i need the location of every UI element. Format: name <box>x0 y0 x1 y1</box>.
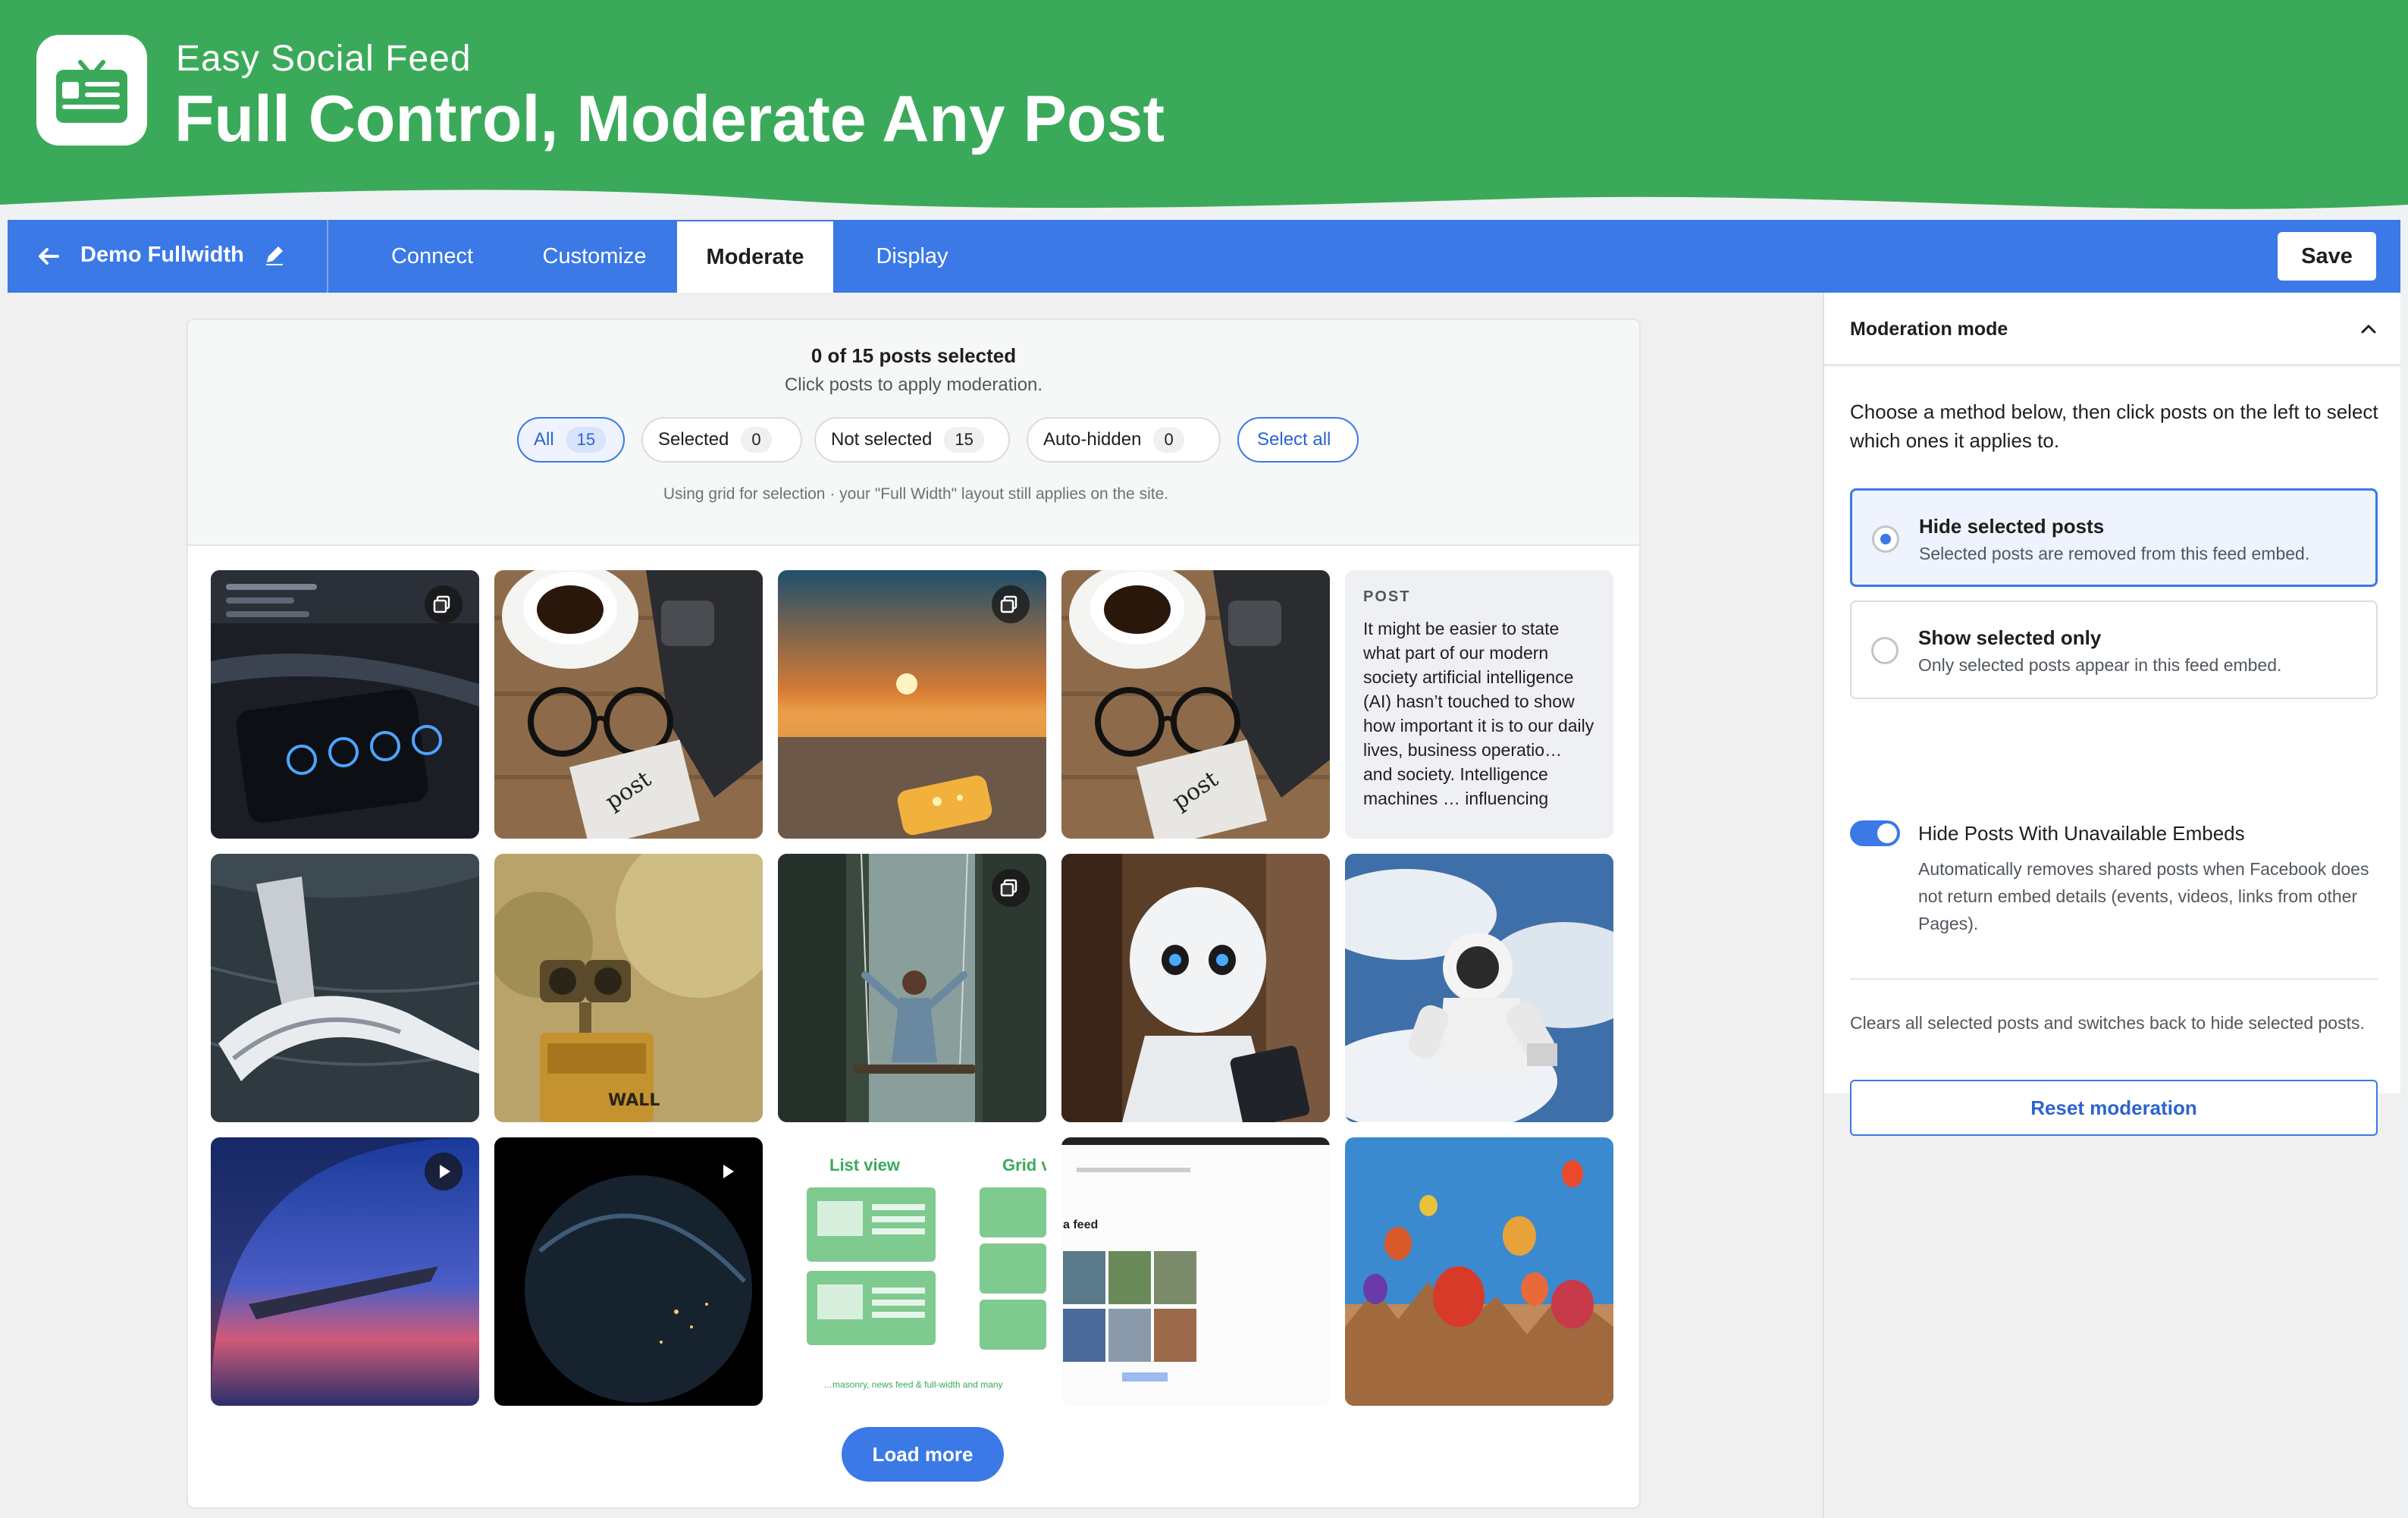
back-button[interactable] <box>30 238 67 274</box>
save-button[interactable]: Save <box>2278 232 2376 281</box>
post-tile-swing-waterfall[interactable] <box>778 854 1046 1122</box>
moderation-sidebar: Moderation mode Choose a method below, t… <box>1823 293 2400 1518</box>
filter-count: 15 <box>566 427 607 453</box>
arrow-left-icon <box>39 248 59 265</box>
post-image: List view Grid v …masonry, news feed & f… <box>778 1137 1046 1406</box>
brand-name: Easy Social Feed <box>176 39 472 79</box>
reset-moderation-button[interactable]: Reset moderation <box>1850 1080 2378 1136</box>
filter-label: Selected <box>658 429 729 450</box>
toggle-description: Automatically removes shared posts when … <box>1918 859 2369 933</box>
svg-text:WALL: WALL <box>608 1091 660 1110</box>
tab-display[interactable]: Display <box>848 220 977 293</box>
filter-count: 15 <box>944 427 984 453</box>
radio-button[interactable] <box>1872 525 1899 553</box>
filter-all[interactable]: All 15 <box>517 417 625 463</box>
filter-label: Auto-hidden <box>1043 429 1142 450</box>
selection-hint: Click posts to apply moderation. <box>784 375 1043 395</box>
feed-name[interactable]: Demo Fullwidth <box>80 243 244 268</box>
hide-unavailable-toggle[interactable] <box>1850 820 1900 846</box>
post-tile-astronaut[interactable] <box>1345 854 1613 1122</box>
tab-moderate[interactable]: Moderate <box>677 221 833 293</box>
moderation-intro: Choose a method below, then click posts … <box>1850 400 2378 452</box>
selection-count: 0 of 15 posts selected <box>811 344 1017 367</box>
post-tile-pepper-robot[interactable] <box>1061 854 1330 1122</box>
post-tile-coffee-drone-2[interactable]: post <box>1061 570 1330 839</box>
post-image <box>211 854 479 1122</box>
post-image: post <box>494 570 763 839</box>
post-tile-sunset-jar[interactable] <box>778 570 1046 839</box>
post-tile-car-dashboard[interactable] <box>211 570 479 839</box>
grid-view-label: Grid v <box>1002 1156 1046 1175</box>
post-image: WALL <box>494 854 763 1122</box>
chevron-up-icon[interactable] <box>2355 315 2382 343</box>
filter-label: Not selected <box>831 429 933 450</box>
option-title: Hide selected posts <box>1919 515 2105 538</box>
list-view-label: List view <box>829 1156 901 1175</box>
section-divider <box>1850 978 2378 980</box>
feed-label: a feed <box>1063 1218 1098 1231</box>
option-description: Selected posts are removed from this fee… <box>1919 544 2310 563</box>
promo-banner: Easy Social Feed Full Control, Moderate … <box>0 0 2408 220</box>
post-image: post <box>1061 570 1330 839</box>
post-tile-hot-air-balloons[interactable] <box>1345 1137 1613 1406</box>
toggle-label: Hide Posts With Unavailable Embeds <box>1918 822 2245 845</box>
editor-topbar: Demo Fullwidth Connect Customize Moderat… <box>8 220 2400 293</box>
post-tile-airplane-wing[interactable] <box>211 1137 479 1406</box>
post-tile-earth-night[interactable] <box>494 1137 763 1406</box>
post-type-label: POST <box>1363 588 1411 605</box>
pencil-icon[interactable] <box>261 241 288 268</box>
toggle-knob <box>1877 823 1897 843</box>
post-tile-hovercraft[interactable] <box>211 854 479 1122</box>
filter-not-selected[interactable]: Not selected 15 <box>814 417 1010 463</box>
feed-editor: Demo Fullwidth Connect Customize Moderat… <box>8 220 2400 1518</box>
tab-connect[interactable]: Connect <box>364 220 500 293</box>
filter-selected[interactable]: Selected 0 <box>641 417 802 463</box>
option-title: Show selected only <box>1918 626 2102 649</box>
tab-customize[interactable]: Customize <box>511 220 678 293</box>
option-description: Only selected posts appear in this feed … <box>1918 655 2282 675</box>
post-tile-wall-e-robot[interactable]: WALL <box>494 854 763 1122</box>
filter-label: All <box>534 429 554 450</box>
moderation-header: 0 of 15 posts selected Click posts to ap… <box>188 320 1639 546</box>
moderation-mode-header[interactable]: Moderation mode <box>1824 293 2400 365</box>
copy-icon <box>425 585 462 623</box>
topbar-divider <box>327 220 328 293</box>
option-show-selected-only[interactable]: Show selected only Only selected posts a… <box>1850 601 2378 699</box>
post-tile-text[interactable]: POST It might be easier to state what pa… <box>1345 570 1613 839</box>
filter-auto-hidden[interactable]: Auto-hidden 0 <box>1027 417 1221 463</box>
post-tile-feed-screenshot[interactable]: a feed <box>1061 1137 1330 1406</box>
filter-count: 0 <box>1153 427 1184 453</box>
post-image <box>1345 854 1613 1122</box>
banner-headline: Full Control, Moderate Any Post <box>174 83 1165 155</box>
post-image <box>1061 854 1330 1122</box>
load-more-button[interactable]: Load more <box>842 1427 1004 1482</box>
post-image: a feed <box>1061 1137 1330 1406</box>
radio-dot <box>1880 534 1891 544</box>
moderation-mode-body: Choose a method below, then click posts … <box>1824 367 2400 1136</box>
option-hide-selected[interactable]: Hide selected posts Selected posts are r… <box>1850 488 2378 587</box>
select-all-button[interactable]: Select all <box>1237 417 1359 463</box>
reset-description: Clears all selected posts and switches b… <box>1850 1013 2365 1033</box>
post-tile-coffee-drone[interactable]: post <box>494 570 763 839</box>
copy-icon <box>992 869 1030 907</box>
post-text: It might be easier to state what part of… <box>1363 619 1594 808</box>
list-view-caption: …masonry, news feed & full-width and man… <box>823 1379 1003 1390</box>
grid-layout-note: Using grid for selection · your "Full Wi… <box>663 485 1169 503</box>
post-image <box>1345 1137 1613 1406</box>
tv-feed-logo-icon <box>36 35 147 146</box>
filter-count: 0 <box>741 427 772 453</box>
post-tile-layout-views[interactable]: List view Grid v …masonry, news feed & f… <box>778 1137 1046 1406</box>
play-icon <box>425 1153 462 1190</box>
moderation-panel: 0 of 15 posts selected Click posts to ap… <box>187 318 1641 1509</box>
moderation-mode-title: Moderation mode <box>1850 318 2008 340</box>
radio-button[interactable] <box>1871 637 1898 664</box>
play-icon <box>708 1153 746 1190</box>
copy-icon <box>992 585 1030 623</box>
